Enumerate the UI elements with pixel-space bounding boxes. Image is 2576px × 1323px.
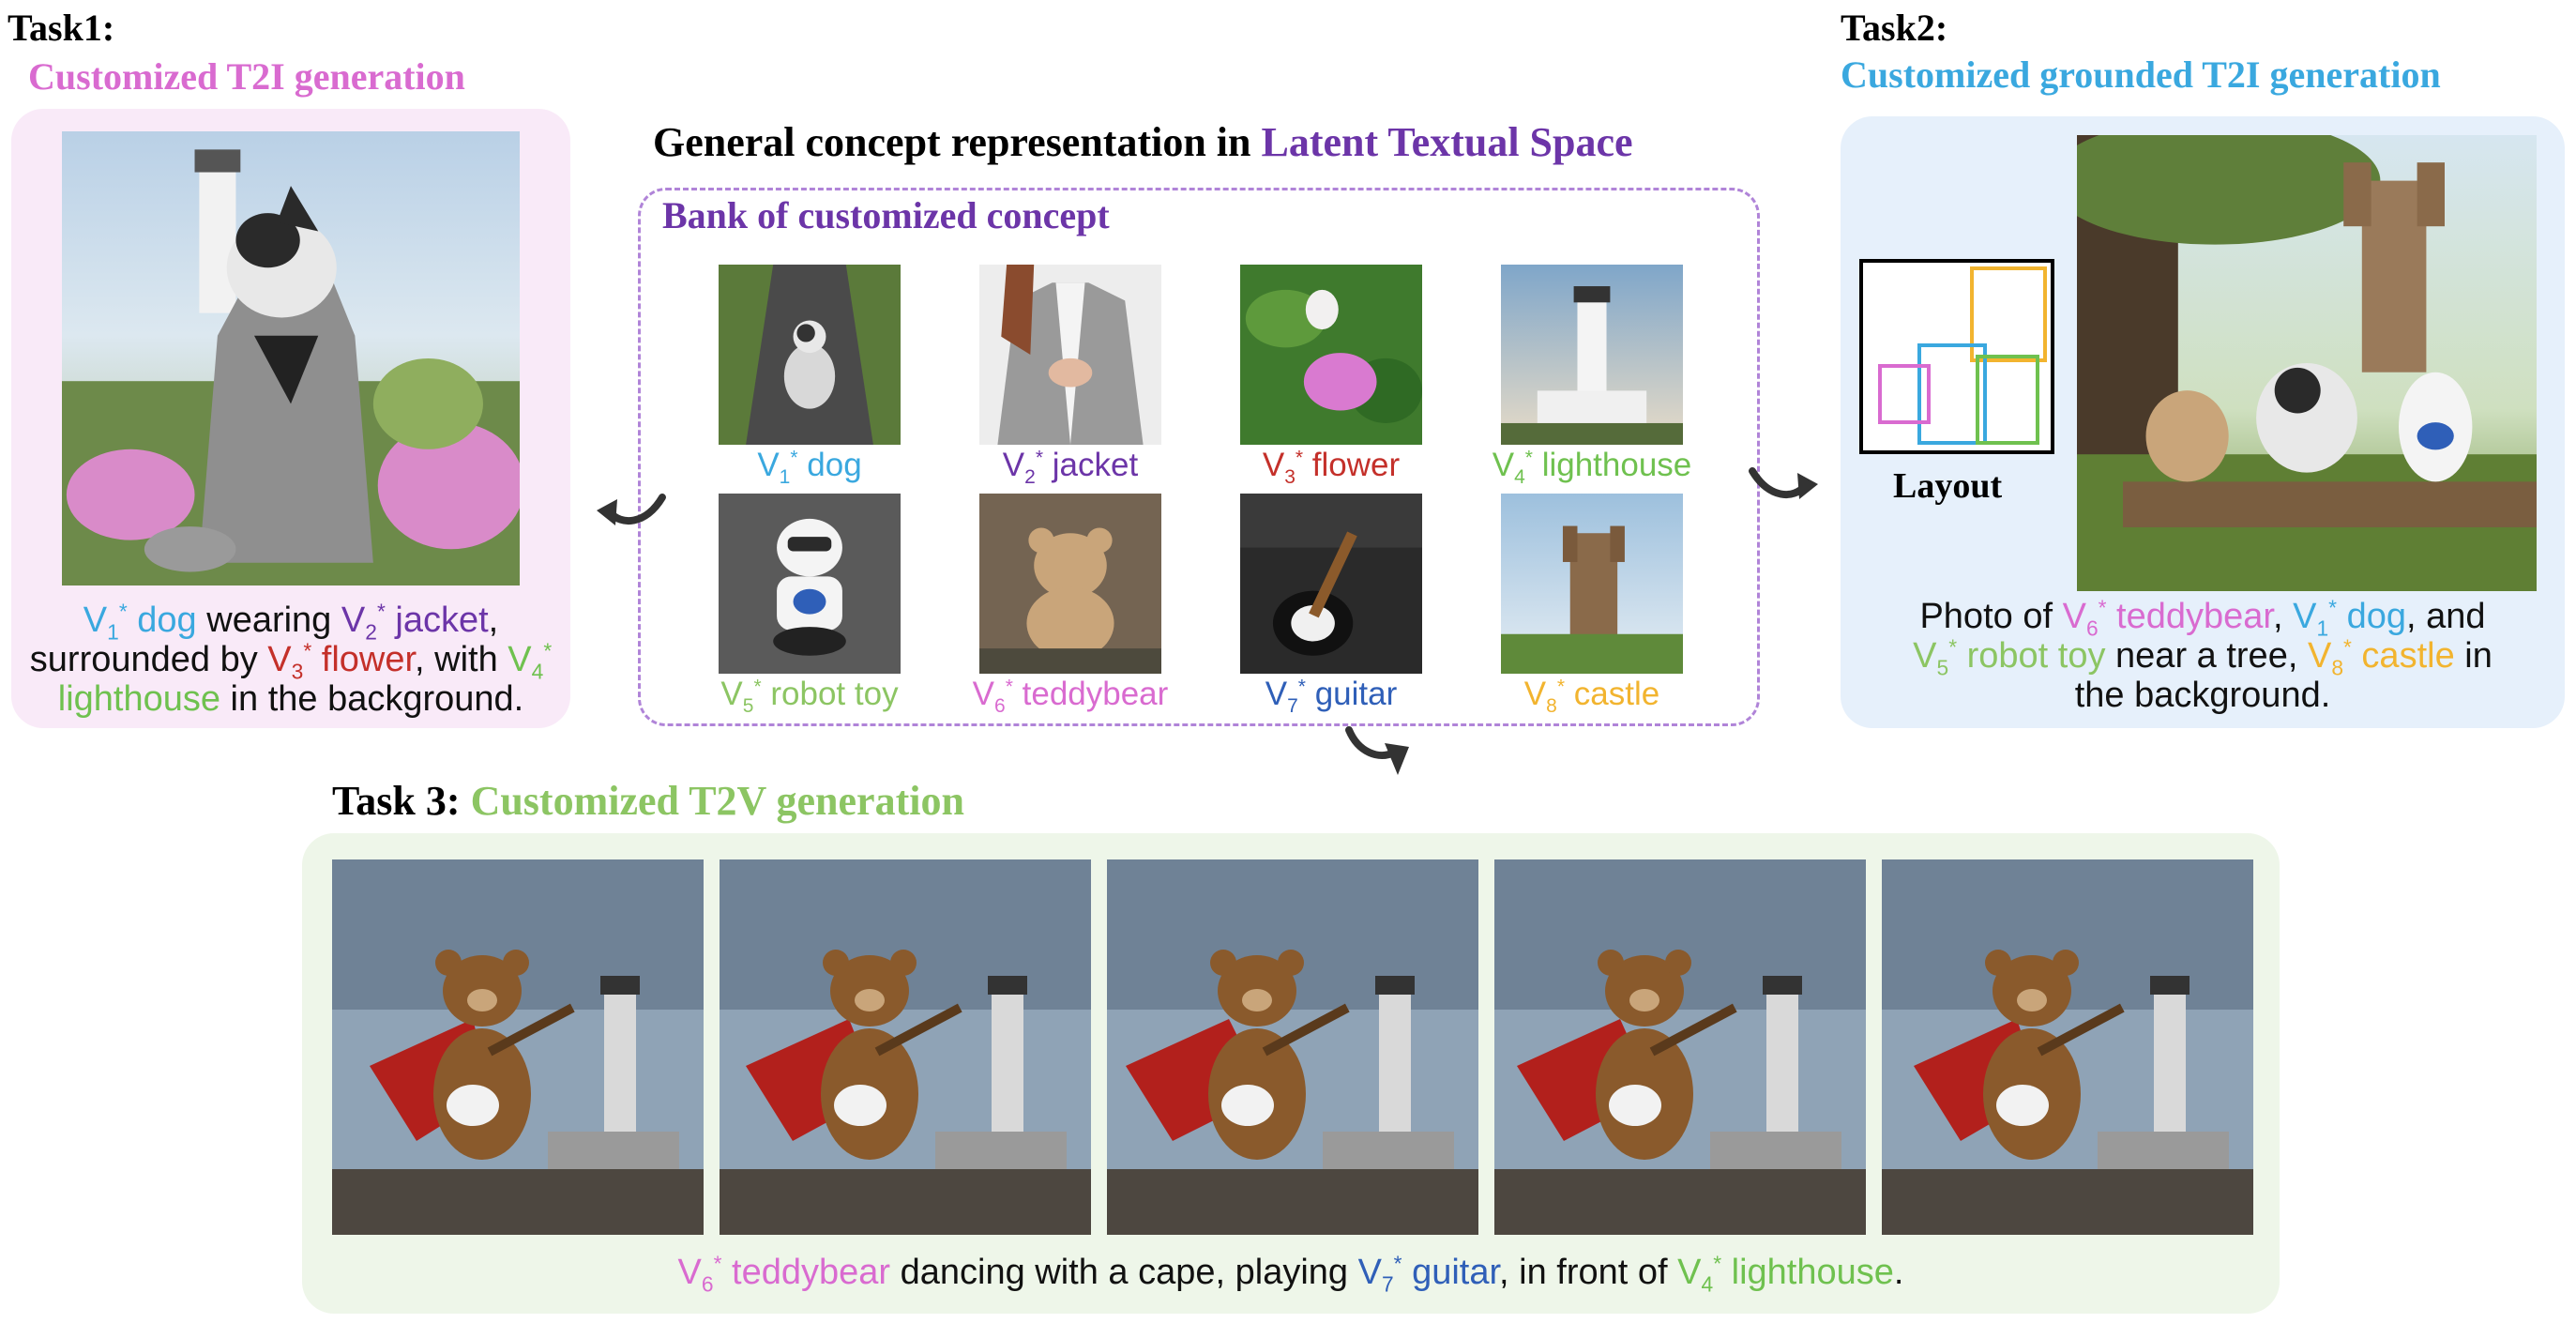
task1-caption-line3: lighthouse in the background. bbox=[57, 679, 524, 719]
lighthouse-photo bbox=[1501, 265, 1683, 445]
arrow-to-task2-icon bbox=[1747, 458, 1822, 510]
guitar-photo bbox=[1240, 494, 1422, 674]
task2-caption-line1: Photo of V6* teddybear, V1* dog, and bbox=[1919, 595, 2486, 641]
concept-label-lighthouse: V4* lighthouse bbox=[1492, 447, 1692, 488]
concept-label-teddybear: V6* teddybear bbox=[972, 676, 1169, 717]
concept-label-robot: V5* robot toy bbox=[720, 676, 899, 717]
concept-label-flower: V3* flower bbox=[1262, 447, 1401, 488]
layout-diagram bbox=[1859, 259, 2054, 456]
castle-photo bbox=[1501, 494, 1683, 674]
jacket-photo bbox=[979, 265, 1161, 445]
task2-generated-image bbox=[2077, 135, 2537, 591]
arrow-to-task3-icon bbox=[1341, 722, 1413, 781]
video-frame-4 bbox=[1494, 859, 1866, 1235]
task3-caption: V6* teddybear dancing with a cape, playi… bbox=[677, 1251, 1904, 1297]
bank-title: Bank of customized concept bbox=[662, 194, 1110, 236]
task1-caption-line1: V1* dog wearing V2* jacket, bbox=[83, 599, 499, 645]
task1-dog-image bbox=[62, 131, 520, 585]
task2-title: Customized grounded T2I generation bbox=[1841, 53, 2441, 96]
concept-label-dog: V1* dog bbox=[757, 447, 862, 488]
video-frame-5 bbox=[1882, 859, 2253, 1235]
task1-label: Task1: bbox=[8, 7, 115, 49]
task1-caption-line2: surrounded by V3* flower, with V4* bbox=[29, 638, 553, 684]
concept-label-guitar: V7* guitar bbox=[1265, 676, 1398, 717]
task3-heading: Task 3: Customized T2V generation bbox=[332, 778, 964, 824]
video-frame-1 bbox=[332, 859, 704, 1235]
video-frames bbox=[332, 859, 2253, 1235]
task2-label: Task2: bbox=[1841, 7, 1948, 49]
task2-caption-line3: the background. bbox=[2074, 676, 2331, 715]
task1-caption: V1* dog wearing V2* jacket, surrounded b… bbox=[11, 601, 570, 719]
video-frame-2 bbox=[720, 859, 1091, 1235]
concept-label-jacket: V2* jacket bbox=[1002, 447, 1139, 488]
task1-title: Customized T2I generation bbox=[28, 55, 465, 98]
task2-caption-line2: V5* robot toy near a tree, V8* castle in bbox=[1913, 634, 2493, 680]
center-heading: General concept representation in Latent… bbox=[653, 119, 1633, 165]
robot-photo bbox=[719, 494, 901, 674]
arrow-to-task1-icon bbox=[593, 484, 668, 537]
task2-caption: Photo of V6* teddybear, V1* dog, and V5*… bbox=[1841, 597, 2565, 715]
flower-photo bbox=[1240, 265, 1422, 445]
layout-label: Layout bbox=[1893, 466, 2003, 506]
teddybear-photo bbox=[979, 494, 1161, 674]
concept-label-castle: V8* castle bbox=[1523, 676, 1660, 717]
dog-photo bbox=[719, 265, 901, 445]
video-frame-3 bbox=[1107, 859, 1478, 1235]
